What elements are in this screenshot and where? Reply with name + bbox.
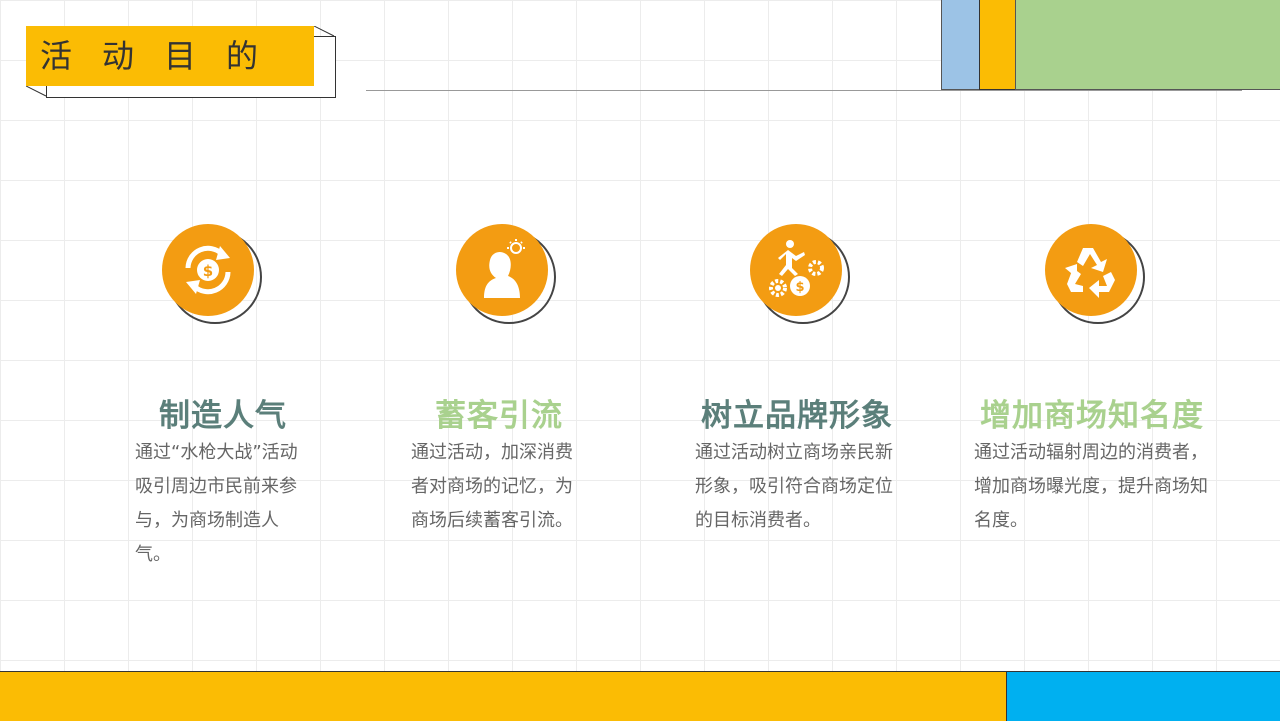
title-banner: 活动目的 (26, 26, 336, 98)
footer-bar-yellow (0, 671, 1006, 721)
card-title: 增加商场知名度 (980, 398, 1204, 434)
card-description: 通过活动辐射周边的消费者，增加商场曝光度，提升商场知名度。 (974, 442, 1208, 531)
title-banner-edge-top (314, 26, 335, 37)
deco-block-blue (941, 0, 981, 90)
card-title: 制造人气 (159, 398, 287, 434)
card-title: 蓄客引流 (435, 398, 563, 434)
card-icon-wrap (1045, 222, 1145, 324)
footer-bar-blue (1006, 671, 1280, 721)
header-divider (366, 90, 1242, 91)
card-description: 通过活动，加深消费者对商场的记忆，为商场后续蓄客引流。 (411, 442, 573, 531)
deco-block-green (1015, 0, 1280, 90)
svg-text:$: $ (203, 262, 213, 280)
card-description: 通过“水枪大战”活动吸引周边市民前来参与，为商场制造人气。 (135, 442, 298, 565)
title-banner-fill: 活动目的 (26, 26, 314, 86)
svg-text:$: $ (795, 280, 804, 295)
person-idea-icon (456, 224, 548, 316)
card-icon-wrap (456, 222, 556, 324)
card-title: 树立品牌形象 (701, 398, 893, 434)
page-title: 活动目的 (40, 37, 289, 75)
deco-block-yellow (979, 0, 1017, 90)
card-description: 通过活动树立商场亲民新形象，吸引符合商场定位的目标消费者。 (695, 442, 893, 531)
card-icon-wrap: $ (162, 222, 262, 324)
money-cycle-icon: $ (162, 224, 254, 316)
recycle-icon (1045, 224, 1137, 316)
card-icon-wrap: $ (750, 222, 850, 324)
climber-gears-icon: $ (750, 224, 842, 316)
